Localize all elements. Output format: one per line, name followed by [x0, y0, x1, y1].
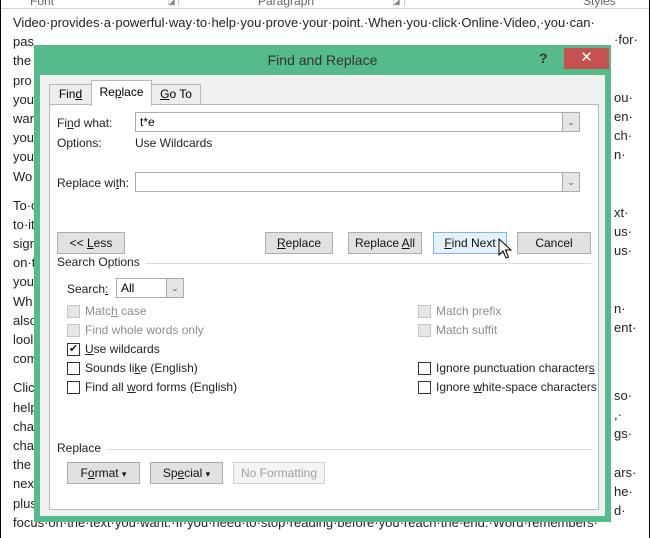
checkbox-box [67, 305, 80, 318]
doc-fragment: en· [614, 109, 633, 124]
replace-group-divider [57, 449, 591, 450]
close-button[interactable]: ✕ [564, 48, 609, 69]
doc-fragment: n· [614, 147, 626, 162]
mouse-pointer-icon [498, 238, 512, 259]
doc-fragment: ch· [614, 128, 633, 143]
options-value: Use Wildcards [135, 136, 213, 150]
checkbox-box [418, 305, 431, 318]
doc-fragment: ent· [614, 320, 637, 335]
replace-tab-panel: Find what: t*e ⌄ Options: Use Wildcards … [49, 104, 599, 510]
tab-find[interactable]: Find [49, 84, 92, 105]
doc-fragment: so· [614, 388, 633, 403]
ribbon-separator [178, 0, 179, 6]
paragraph-dialog-launcher-icon[interactable]: ◪ [393, 0, 401, 6]
checkbox-box [418, 324, 431, 337]
doc-fragment: he· [614, 484, 633, 499]
checkbox-box [418, 362, 431, 375]
replace-group-title: Replace [57, 441, 108, 455]
ribbon-separator [404, 0, 405, 6]
ribbon-group-paragraph: Paragraph [258, 0, 315, 8]
replace-with-label: Replace with: [57, 176, 130, 190]
doc-fragment: xt· [614, 205, 629, 220]
doc-fragment: d· [614, 503, 626, 518]
checkbox-box [67, 324, 80, 337]
checkbox-box [67, 381, 80, 394]
search-options-title: Search Options [57, 255, 146, 269]
search-direction-label: Search: [67, 282, 109, 296]
doc-fragment: n· [614, 301, 626, 316]
chevron-down-icon[interactable]: ⌄ [562, 173, 579, 191]
chevron-down-icon[interactable]: ⌄ [166, 279, 183, 297]
find-what-value: t*e [140, 115, 155, 129]
search-direction-select[interactable]: All ⌄ [116, 278, 184, 298]
checkbox-box [67, 362, 80, 375]
dialog-title: Find and Replace [267, 52, 378, 68]
find-replace-dialog: Find and Replace ? ✕ Find Replace Go To … [34, 45, 611, 522]
search-direction-value: All [121, 281, 135, 295]
doc-fragment: ·for· [614, 32, 638, 47]
tab-replace[interactable]: Replace [91, 80, 152, 106]
replace-button[interactable]: Replace [265, 232, 333, 254]
tab-go-to[interactable]: Go To [151, 84, 201, 105]
ribbon-group-font: Font [30, 0, 55, 8]
document-right-fragments: ·for· ou· en· ch· n· xt· us· us· n· ent·… [614, 0, 650, 538]
find-what-label: Find what: [57, 116, 113, 130]
window-edge [0, 0, 1, 538]
dialog-titlebar[interactable]: Find and Replace ? ✕ [34, 45, 611, 73]
find-next-button[interactable]: Find Next [433, 232, 507, 254]
dropdown-arrow-icon: ▾ [205, 469, 211, 479]
ribbon-group-labels: Font ◪ Paragraph ◪ Styles [0, 0, 650, 9]
font-dialog-launcher-icon[interactable]: ◪ [168, 0, 176, 6]
checkbox-box [418, 381, 431, 394]
doc-fragment: ,· [614, 407, 622, 422]
chevron-down-icon[interactable]: ⌄ [562, 113, 579, 131]
doc-fragment: us· [614, 224, 633, 239]
dropdown-arrow-icon: ▾ [121, 469, 127, 479]
ribbon-group-styles: Styles [583, 0, 616, 8]
doc-fragment: us· [614, 243, 633, 258]
doc-line: Video·provides·a·powerful·way·to·help·yo… [13, 15, 595, 30]
doc-fragment: ars· [614, 465, 637, 480]
replace-with-input[interactable]: ⌄ [135, 172, 580, 192]
dialog-client-area: Find Replace Go To Find what: t*e ⌄ Opti… [40, 75, 605, 516]
doc-fragment: gs· [614, 426, 633, 441]
no-formatting-button[interactable]: No Formatting [233, 462, 325, 484]
help-icon[interactable]: ? [539, 50, 548, 66]
find-what-input[interactable]: t*e ⌄ [135, 112, 580, 132]
format-button[interactable]: Format ▾ [67, 462, 140, 484]
options-label: Options: [57, 136, 102, 150]
doc-fragment: ou· [614, 90, 633, 105]
cancel-button[interactable]: Cancel [517, 232, 591, 254]
check-icon: ✔ [67, 343, 80, 356]
replace-all-button[interactable]: Replace All [348, 232, 422, 254]
close-icon: ✕ [580, 49, 593, 66]
special-button[interactable]: Special ▾ [150, 462, 223, 484]
less-button[interactable]: << Less [57, 232, 125, 254]
